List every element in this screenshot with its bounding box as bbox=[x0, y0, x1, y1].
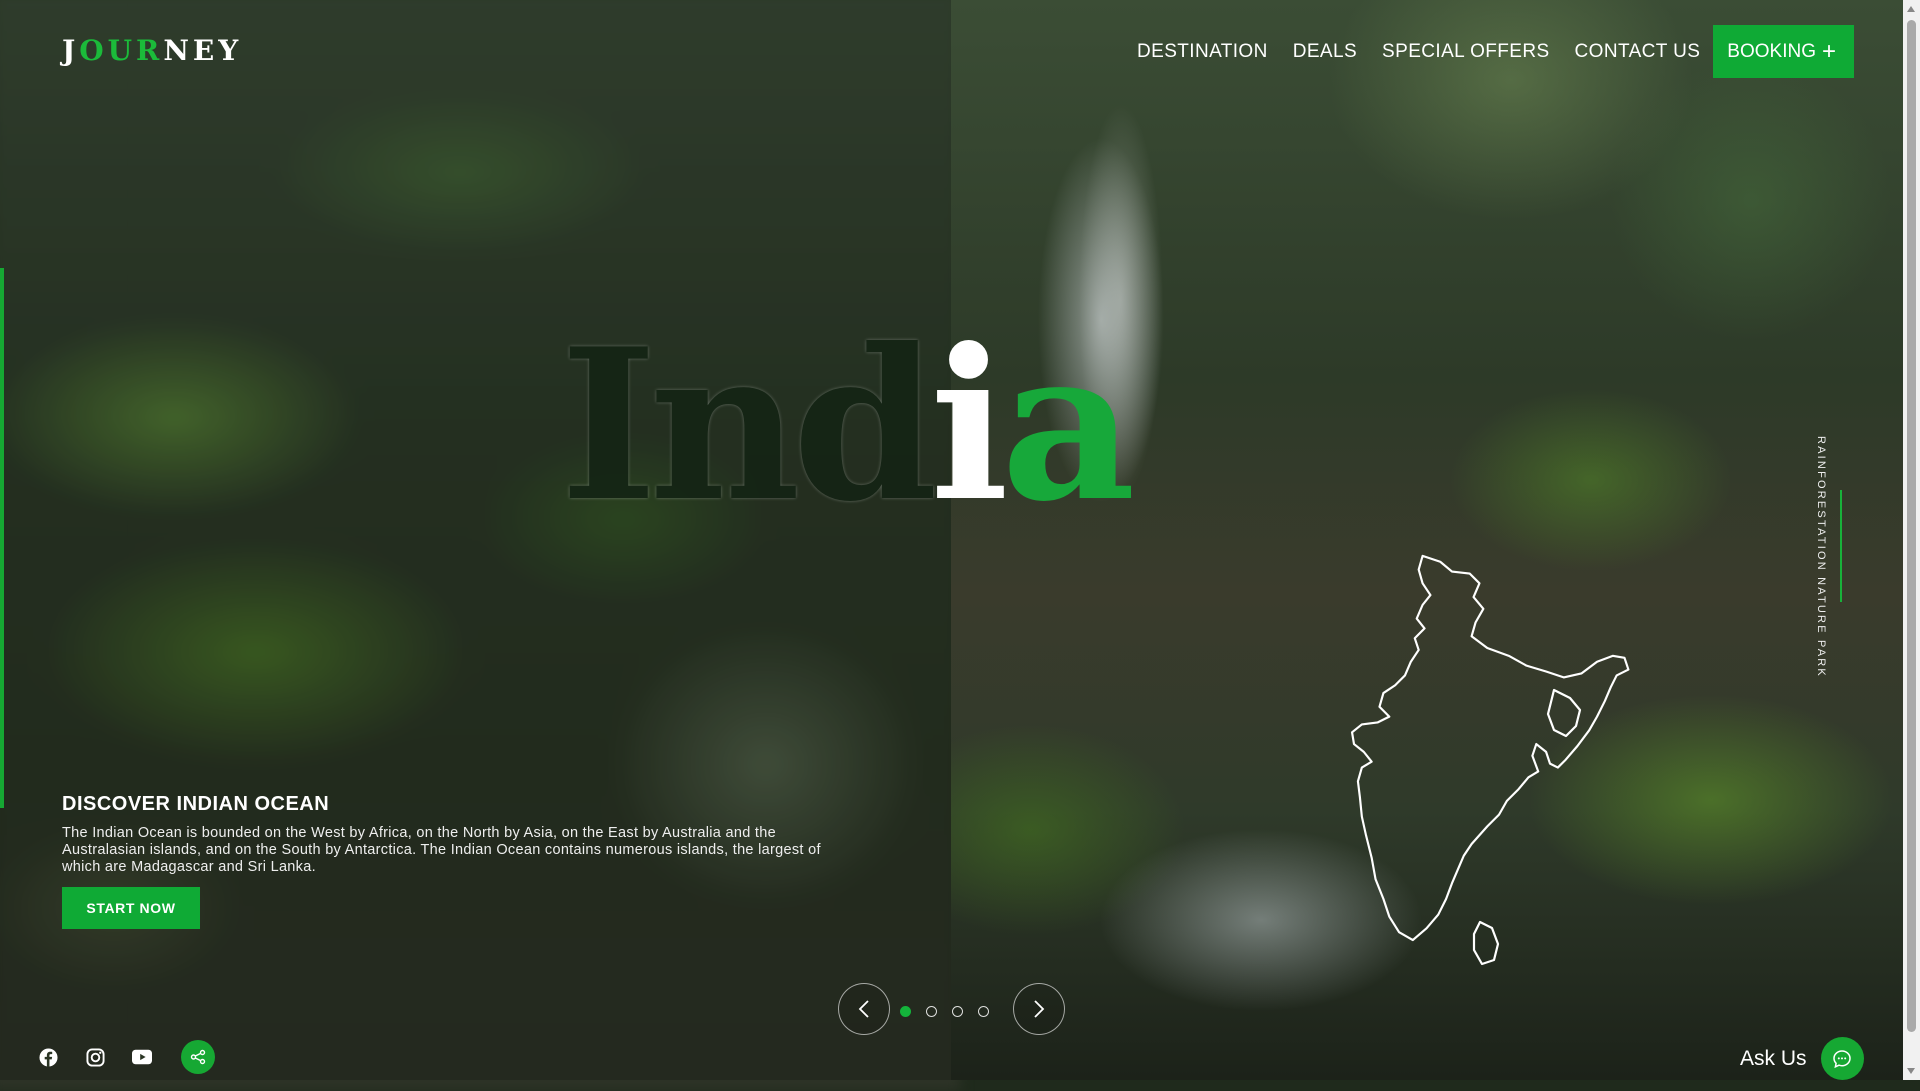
chevron-right-icon bbox=[1034, 1000, 1045, 1018]
share-icon[interactable] bbox=[181, 1040, 215, 1074]
nav-special-offers[interactable]: SPECIAL OFFERS bbox=[1382, 41, 1550, 63]
scroll-thumb[interactable] bbox=[1907, 20, 1916, 1032]
booking-button[interactable]: BOOKING + bbox=[1713, 25, 1854, 78]
nav-contact-us[interactable]: CONTACT US bbox=[1575, 41, 1701, 63]
start-now-button[interactable]: START NOW bbox=[62, 887, 200, 929]
hero-letter: n bbox=[649, 304, 800, 548]
chevron-left-icon bbox=[858, 1000, 869, 1018]
section-title: DISCOVER INDIAN OCEAN bbox=[62, 793, 330, 815]
hero-letter: i bbox=[929, 304, 1009, 548]
section-description: The Indian Ocean is bounded on the West … bbox=[62, 825, 821, 875]
facebook-icon[interactable] bbox=[38, 1047, 58, 1067]
carousel-next-button[interactable] bbox=[1013, 983, 1065, 1035]
social-links bbox=[38, 1040, 215, 1074]
page-scrollbar[interactable] bbox=[1903, 0, 1920, 1080]
carousel-dot[interactable] bbox=[952, 1006, 963, 1017]
youtube-icon[interactable] bbox=[132, 1047, 152, 1067]
nav-deals[interactable]: DEALS bbox=[1293, 41, 1357, 63]
location-accent-line bbox=[1840, 490, 1842, 602]
hero-letter: I bbox=[560, 304, 657, 548]
main-nav: DESTINATION DEALS SPECIAL OFFERS CONTACT… bbox=[1137, 25, 1854, 78]
logo-part-3: NEY bbox=[163, 34, 243, 67]
hero-title: India bbox=[560, 322, 1136, 530]
logo-part-2: OUR bbox=[79, 34, 164, 67]
india-map-outline bbox=[1350, 554, 1630, 966]
instagram-icon[interactable] bbox=[85, 1047, 105, 1067]
plus-icon: + bbox=[1821, 37, 1836, 65]
ask-us-label: Ask Us bbox=[1740, 1046, 1807, 1070]
logo[interactable]: JOURNEY bbox=[62, 34, 242, 67]
logo-part-1: J bbox=[62, 34, 80, 67]
scroll-down-arrow[interactable] bbox=[1907, 1068, 1915, 1074]
booking-label: BOOKING bbox=[1727, 40, 1816, 62]
chat-icon[interactable] bbox=[1820, 1037, 1864, 1080]
carousel-prev-button[interactable] bbox=[838, 983, 890, 1035]
scroll-up-arrow[interactable] bbox=[1907, 6, 1915, 12]
hero-letter: d bbox=[792, 304, 938, 548]
location-label: RAINFORESTATION NATURE PARK bbox=[1815, 436, 1827, 678]
carousel-dot[interactable] bbox=[926, 1006, 937, 1017]
carousel-dots bbox=[900, 1006, 989, 1017]
carousel-dot[interactable] bbox=[900, 1006, 911, 1017]
nav-destination[interactable]: DESTINATION bbox=[1137, 41, 1268, 63]
carousel-dot[interactable] bbox=[978, 1006, 989, 1017]
chat-widget[interactable]: Ask Us bbox=[1740, 1037, 1864, 1080]
hero-letter: a bbox=[1000, 304, 1136, 548]
left-accent-bar bbox=[0, 268, 4, 808]
